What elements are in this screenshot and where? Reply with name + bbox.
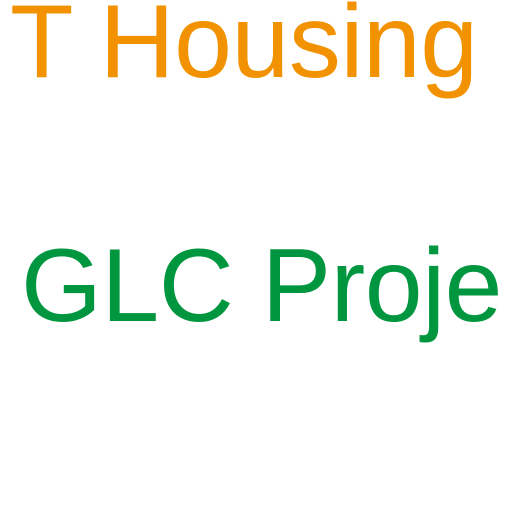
housing-text: T Housing (10, 0, 478, 100)
glc-project-text: l GLC Proje (0, 228, 503, 344)
cropped-text-canvas: T Housing l GLC Proje (0, 0, 512, 512)
